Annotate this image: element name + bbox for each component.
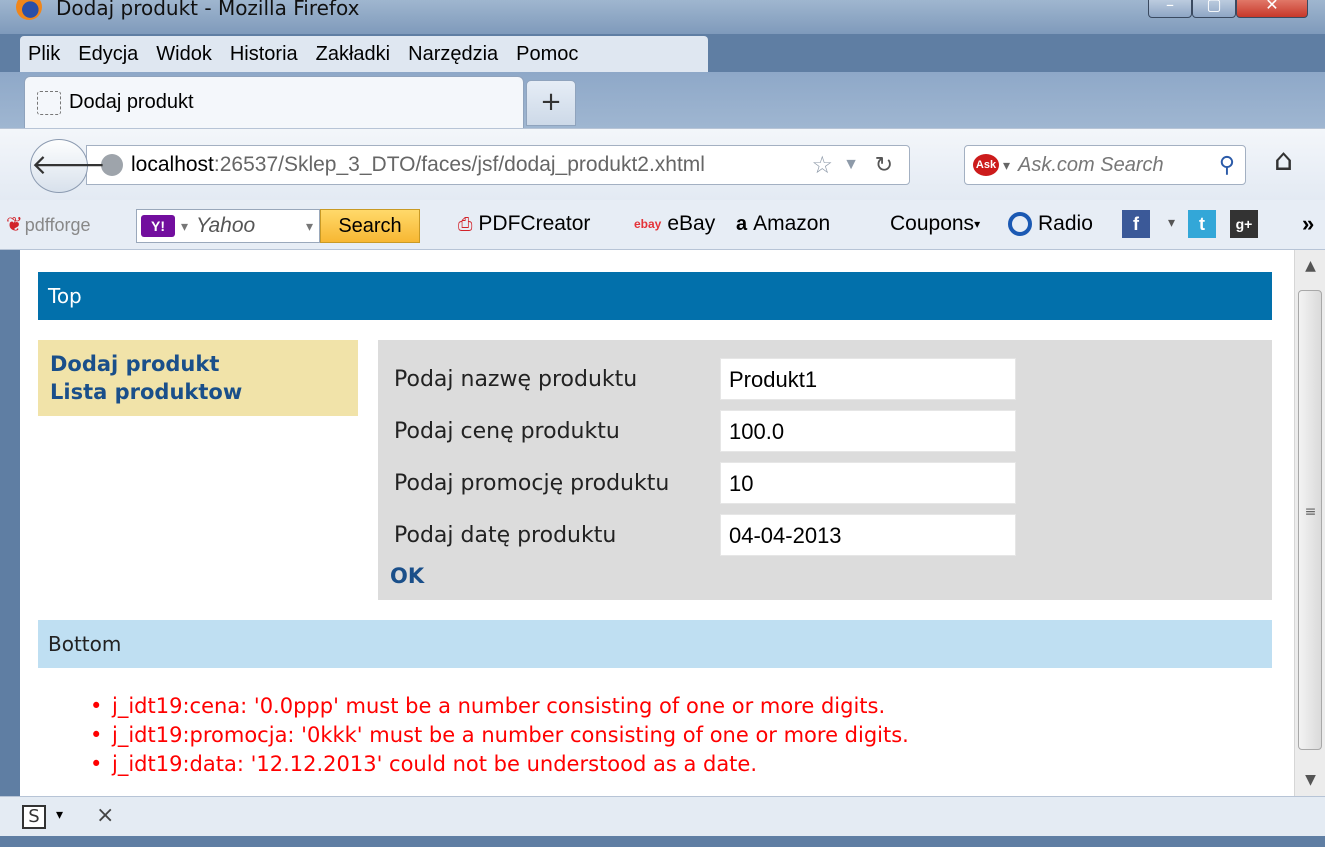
more-bookmarks-chevron-icon[interactable]: » — [1302, 211, 1314, 237]
bookmarks-toolbar: ❦ pdfforge Y! ▾ Yahoo ▾ Search ⎙ PDFCreat… — [0, 200, 1325, 250]
reload-icon[interactable]: ↻ — [875, 152, 893, 178]
close-window-button[interactable]: ✕ — [1236, 0, 1308, 18]
menu-edycja[interactable]: Edycja — [78, 43, 138, 66]
firefox-logo-icon — [16, 0, 42, 20]
back-button[interactable]: 🡐 — [30, 139, 106, 193]
bookmark-label: Radio — [1038, 212, 1093, 235]
url-dropdown-icon[interactable]: ▼ — [843, 156, 859, 174]
form-row-price: Podaj cenę produktu 100.0 — [394, 410, 1016, 452]
form-row-name: Podaj nazwę produktu Produkt1 — [394, 358, 1016, 400]
url-bar[interactable]: localhost:26537/Sklep_3_DTO/faces/jsf/do… — [86, 145, 910, 185]
navigation-toolbar: localhost:26537/Sklep_3_DTO/faces/jsf/do… — [0, 128, 1325, 200]
window-title: Dodaj produkt - Mozilla Firefox — [56, 0, 360, 20]
minimize-button[interactable]: – — [1148, 0, 1192, 18]
facebook-icon[interactable]: f — [1122, 210, 1150, 238]
menu-historia[interactable]: Historia — [230, 43, 298, 66]
window-titlebar: Dodaj produkt - Mozilla Firefox – ▢ ✕ — [0, 0, 1325, 34]
scroll-down-arrow-icon[interactable]: ▼ — [1295, 772, 1325, 788]
product-price-label: Podaj cenę produktu — [394, 418, 620, 444]
addon-s-icon[interactable]: S — [22, 805, 46, 829]
scrollbar-grip-icon: ≡ — [1304, 504, 1317, 520]
top-header: Top — [38, 272, 1272, 320]
pdfforge-logo[interactable]: ❦ pdfforge — [6, 212, 91, 237]
error-message: j_idt19:cena: '0.0ppp' must be a number … — [90, 692, 909, 721]
url-path: :26537/Sklep_3_DTO/faces/jsf/dodaj_produ… — [213, 153, 705, 176]
search-placeholder: Ask.com Search — [1018, 153, 1164, 176]
yahoo-search-field[interactable]: Y! ▾ Yahoo ▾ — [136, 209, 320, 243]
yahoo-search-button[interactable]: Search — [320, 209, 420, 243]
flame-icon: ❦ — [6, 214, 23, 236]
bottom-footer: Bottom — [38, 620, 1272, 668]
bookmark-star-icon[interactable]: ☆ — [811, 151, 833, 180]
nav-link-lista-produktow[interactable]: Lista produktow — [50, 378, 346, 406]
bookmark-label: Coupons — [890, 212, 975, 235]
nav-link-dodaj-produkt[interactable]: Dodaj produkt — [50, 350, 346, 378]
back-arrow-icon: 🡐 — [31, 148, 107, 181]
product-date-label: Podaj datę produktu — [394, 522, 617, 548]
pdf-icon: ⎙ — [458, 213, 473, 234]
menu-bar: Plik Edycja Widok Historia Zakładki Narz… — [20, 36, 708, 72]
ok-button[interactable]: OK — [390, 564, 424, 588]
social-dropdown-icon[interactable]: ▾ — [1168, 214, 1175, 231]
form-row-date: Podaj datę produktu 04-04-2013 — [394, 514, 1016, 556]
error-message: j_idt19:promocja: '0kkk' must be a numbe… — [90, 721, 909, 750]
product-name-input[interactable]: Produkt1 — [720, 358, 1016, 400]
menu-plik[interactable]: Plik — [28, 43, 60, 66]
scroll-up-arrow-icon[interactable]: ▲ — [1295, 258, 1325, 274]
bookmark-label: eBay — [667, 212, 716, 235]
error-messages: j_idt19:cena: '0.0ppp' must be a number … — [90, 692, 909, 779]
magnifier-icon[interactable]: ⚲ — [1219, 152, 1235, 178]
product-promotion-label: Podaj promocję produktu — [394, 470, 670, 496]
ebay-icon: ebay — [634, 217, 662, 231]
left-navigation: Dodaj produkt Lista produktow — [38, 340, 358, 416]
tab-dodaj-produkt[interactable]: Dodaj produkt — [24, 76, 524, 128]
menu-widok[interactable]: Widok — [156, 43, 212, 66]
product-date-input[interactable]: 04-04-2013 — [720, 514, 1016, 556]
twitter-icon[interactable]: t — [1188, 210, 1216, 238]
new-tab-button[interactable]: + — [526, 80, 576, 126]
pdfforge-label: pdfforge — [24, 215, 91, 235]
product-promotion-input[interactable]: 10 — [720, 462, 1016, 504]
home-icon[interactable]: ⌂ — [1274, 143, 1293, 178]
tab-strip: Dodaj produkt + — [0, 72, 1325, 128]
product-price-input[interactable]: 100.0 — [720, 410, 1016, 452]
page-viewport: Top Dodaj produkt Lista produktow Podaj … — [20, 250, 1294, 796]
yahoo-history-dropdown-icon[interactable]: ▾ — [306, 218, 313, 235]
close-addon-bar-icon[interactable]: × — [96, 803, 114, 828]
menu-pomoc[interactable]: Pomoc — [516, 43, 578, 66]
product-form: Podaj nazwę produktu Produkt1 Podaj cenę… — [378, 340, 1272, 600]
addon-dropdown-icon[interactable]: ▾ — [56, 807, 63, 823]
bookmark-label: PDFCreator — [478, 212, 591, 235]
bookmark-coupons[interactable]: Coupons ▾ — [890, 212, 980, 236]
error-message: j_idt19:data: '12.12.2013' could not be … — [90, 750, 909, 779]
tab-title: Dodaj produkt — [69, 91, 194, 113]
scrollbar-thumb[interactable] — [1298, 290, 1322, 750]
search-engine-dropdown-icon[interactable]: ▾ — [1003, 157, 1010, 174]
maximize-button[interactable]: ▢ — [1192, 0, 1236, 18]
ask-icon[interactable]: Ask — [973, 154, 999, 176]
radio-icon — [1008, 212, 1032, 236]
form-row-promotion: Podaj promocję produktu 10 — [394, 462, 1016, 504]
bookmark-amazon[interactable]: a Amazon — [736, 212, 830, 236]
search-bar[interactable]: Ask ▾ Ask.com Search ⚲ — [964, 145, 1246, 185]
bookmark-pdfcreator[interactable]: ⎙ PDFCreator — [458, 212, 590, 236]
coupons-dropdown-icon: ▾ — [974, 217, 981, 231]
url-host: localhost — [131, 153, 214, 176]
amazon-icon: a — [736, 212, 748, 235]
bookmark-label: Amazon — [753, 212, 831, 235]
bookmark-ebay[interactable]: ebay eBay — [634, 212, 715, 236]
yahoo-logo-icon: Y! — [141, 215, 175, 237]
bookmark-radio[interactable]: Radio — [1008, 212, 1093, 236]
product-name-label: Podaj nazwę produktu — [394, 366, 638, 392]
page-placeholder-icon — [37, 90, 61, 115]
menu-narzedzia[interactable]: Narzędzia — [408, 43, 498, 66]
yahoo-placeholder: Yahoo — [196, 214, 256, 237]
vertical-scrollbar[interactable]: ▲ ≡ ▼ — [1294, 250, 1325, 796]
menu-zakladki[interactable]: Zakładki — [316, 43, 390, 66]
yahoo-dropdown-icon[interactable]: ▾ — [181, 218, 188, 235]
google-plus-icon[interactable]: g+ — [1230, 210, 1258, 238]
window-bottom-frame — [0, 836, 1325, 847]
addon-bar: S ▾ × — [0, 796, 1325, 836]
